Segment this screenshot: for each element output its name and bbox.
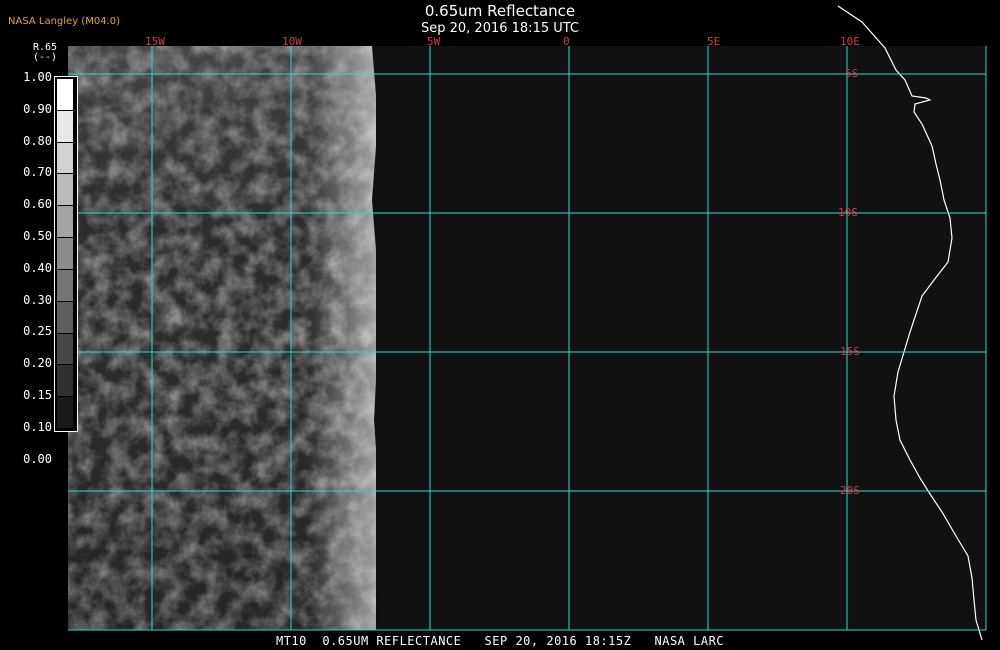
legend-swatch — [57, 79, 73, 110]
legend-swatch — [57, 110, 73, 142]
image-timestamp: Sep 20, 2016 18:15 UTC — [420, 21, 580, 36]
lat-label-20s: 20S — [840, 484, 860, 497]
legend-swatch — [57, 333, 73, 365]
lon-label-15w: 15W — [145, 35, 165, 48]
legend-swatch — [57, 365, 73, 397]
legend-colorbar — [54, 76, 78, 432]
legend-unit: (--) — [32, 52, 58, 63]
legend-tick-label: 0.40 — [23, 260, 52, 275]
legend-tick-label: 0.50 — [23, 229, 52, 243]
legend-tick-label: 0.15 — [23, 388, 52, 402]
lon-label-0: 0 — [563, 35, 570, 48]
lon-label-5w: 5W — [427, 35, 441, 48]
lon-label-5e: 5E — [707, 35, 720, 48]
legend-swatch — [57, 301, 73, 333]
legend-swatch — [57, 142, 73, 174]
lon-label-10w: 10W — [282, 35, 302, 48]
legend-tick-label: 0.80 — [23, 133, 52, 148]
legend-swatch — [57, 397, 73, 428]
legend-tick-label: 0.20 — [23, 356, 52, 371]
legend-title: R.65 (--) — [30, 43, 60, 63]
legend-swatch — [57, 238, 73, 269]
legend-swatch — [57, 206, 73, 238]
legend-tick-label: 0.25 — [23, 324, 52, 339]
legend-tick-label: 0.90 — [23, 101, 52, 116]
legend-tick-label: 0.30 — [23, 292, 52, 307]
legend-tick-label: 0.60 — [23, 197, 52, 212]
lat-label-15s: 15S — [840, 345, 860, 358]
legend-tick-label: 1.00 — [23, 70, 52, 84]
image-title: 0.65um Reflectance — [424, 2, 576, 20]
legend-swatch — [57, 174, 73, 206]
lat-label-5s: 5S — [845, 67, 858, 80]
legend-tick-label: 0.00 — [23, 451, 52, 466]
legend-tick-label: 0.10 — [23, 419, 52, 434]
lon-label-10e: 10E — [840, 35, 860, 48]
legend-tick-label: 0.70 — [23, 165, 52, 180]
satellite-map: 15W 10W 5W 0 5E 10E 5S 10S 15S 20S — [68, 5, 987, 641]
footer-caption: MT10 0.65UM REFLECTANCE SEP 20, 2016 18:… — [275, 634, 725, 648]
cloud-imagery — [68, 46, 386, 630]
lat-label-10s: 10S — [838, 206, 858, 219]
legend-swatch — [57, 269, 73, 301]
